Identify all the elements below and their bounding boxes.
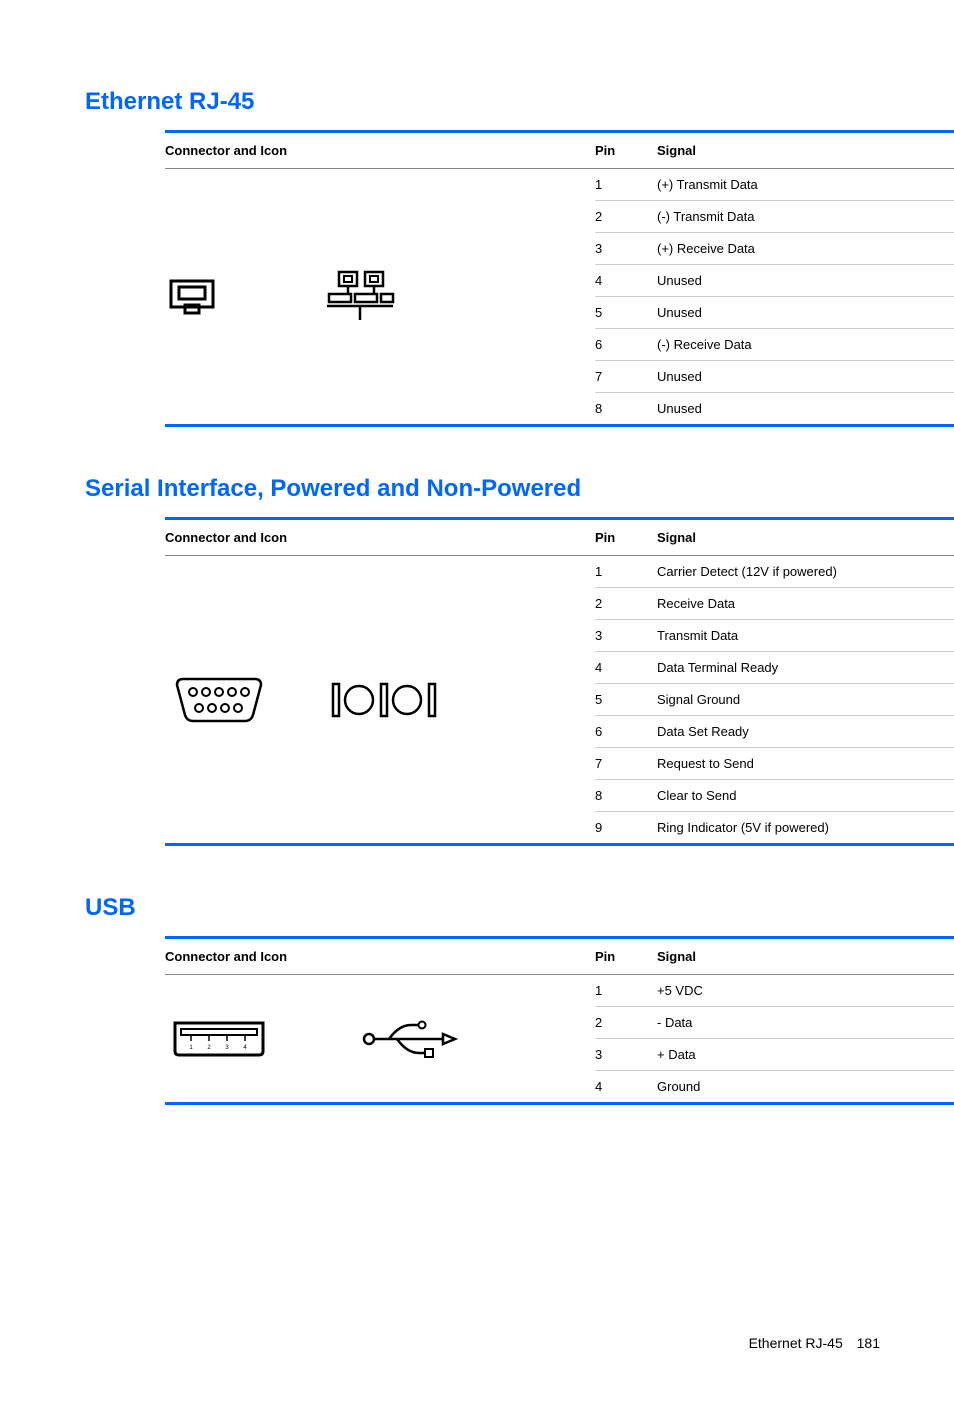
ethernet-table: Connector and Icon Pin Signal	[165, 130, 954, 427]
page-footer: Ethernet RJ-45 181	[85, 1335, 884, 1351]
connector-icon-cell	[165, 556, 595, 845]
signal: Unused	[657, 297, 954, 329]
signal: - Data	[657, 1007, 954, 1039]
section-heading: Serial Interface, Powered and Non-Powere…	[85, 475, 884, 503]
th-pin: Pin	[595, 938, 657, 975]
db9-connector-icon	[169, 675, 269, 725]
section-usb: USB Connector and Icon Pin Signal	[85, 894, 884, 1105]
th-signal: Signal	[657, 132, 954, 169]
svg-text:3: 3	[225, 1045, 229, 1051]
table-row: 1 2 3 4	[165, 975, 954, 1007]
ioioi-icon	[329, 678, 449, 722]
signal: Data Set Ready	[657, 716, 954, 748]
pin: 2	[595, 588, 657, 620]
pin: 9	[595, 812, 657, 845]
th-connector: Connector and Icon	[165, 132, 595, 169]
signal: Unused	[657, 361, 954, 393]
signal: Ring Indicator (5V if powered)	[657, 812, 954, 845]
connector-icon-cell	[165, 169, 595, 426]
section-ethernet: Ethernet RJ-45 Connector and Icon Pin Si…	[85, 88, 884, 427]
pin: 1	[595, 556, 657, 588]
pin: 2	[595, 1007, 657, 1039]
pin: 8	[595, 393, 657, 426]
signal: (-) Transmit Data	[657, 201, 954, 233]
pin: 5	[595, 297, 657, 329]
pin: 5	[595, 684, 657, 716]
signal: Unused	[657, 265, 954, 297]
section-heading: USB	[85, 894, 884, 922]
pin: 4	[595, 265, 657, 297]
signal: (+) Transmit Data	[657, 169, 954, 201]
th-connector: Connector and Icon	[165, 519, 595, 556]
th-connector: Connector and Icon	[165, 938, 595, 975]
pin: 3	[595, 620, 657, 652]
signal: Unused	[657, 393, 954, 426]
signal: +5 VDC	[657, 975, 954, 1007]
pin: 3	[595, 233, 657, 265]
serial-table: Connector and Icon Pin Signal	[165, 517, 954, 846]
pin: 4	[595, 1071, 657, 1104]
pin: 6	[595, 716, 657, 748]
pin: 4	[595, 652, 657, 684]
section-heading: Ethernet RJ-45	[85, 88, 884, 116]
signal: Signal Ground	[657, 684, 954, 716]
th-signal: Signal	[657, 938, 954, 975]
signal: + Data	[657, 1039, 954, 1071]
pin: 7	[595, 748, 657, 780]
pin: 1	[595, 975, 657, 1007]
usb-table: Connector and Icon Pin Signal	[165, 936, 954, 1105]
svg-text:4: 4	[243, 1045, 247, 1051]
signal: (+) Receive Data	[657, 233, 954, 265]
pin: 7	[595, 361, 657, 393]
th-pin: Pin	[595, 132, 657, 169]
rj45-port-icon	[169, 277, 215, 317]
signal: (-) Receive Data	[657, 329, 954, 361]
pin: 2	[595, 201, 657, 233]
footer-page-number: 181	[857, 1335, 880, 1351]
table-row: 1 Carrier Detect (12V if powered)	[165, 556, 954, 588]
usb-port-icon: 1 2 3 4	[169, 1017, 269, 1061]
pin: 1	[595, 169, 657, 201]
pin: 8	[595, 780, 657, 812]
signal: Transmit Data	[657, 620, 954, 652]
signal: Clear to Send	[657, 780, 954, 812]
ethernet-network-icon	[325, 270, 395, 324]
svg-text:2: 2	[207, 1045, 211, 1051]
signal: Receive Data	[657, 588, 954, 620]
signal: Request to Send	[657, 748, 954, 780]
signal: Carrier Detect (12V if powered)	[657, 556, 954, 588]
th-signal: Signal	[657, 519, 954, 556]
section-serial: Serial Interface, Powered and Non-Powere…	[85, 475, 884, 846]
signal: Data Terminal Ready	[657, 652, 954, 684]
footer-title: Ethernet RJ-45	[749, 1335, 843, 1351]
pin: 3	[595, 1039, 657, 1071]
signal: Ground	[657, 1071, 954, 1104]
connector-icon-cell: 1 2 3 4	[165, 975, 595, 1104]
pin: 6	[595, 329, 657, 361]
th-pin: Pin	[595, 519, 657, 556]
usb-trident-icon	[359, 1017, 459, 1061]
table-row: 1 (+) Transmit Data	[165, 169, 954, 201]
svg-text:1: 1	[189, 1045, 193, 1051]
